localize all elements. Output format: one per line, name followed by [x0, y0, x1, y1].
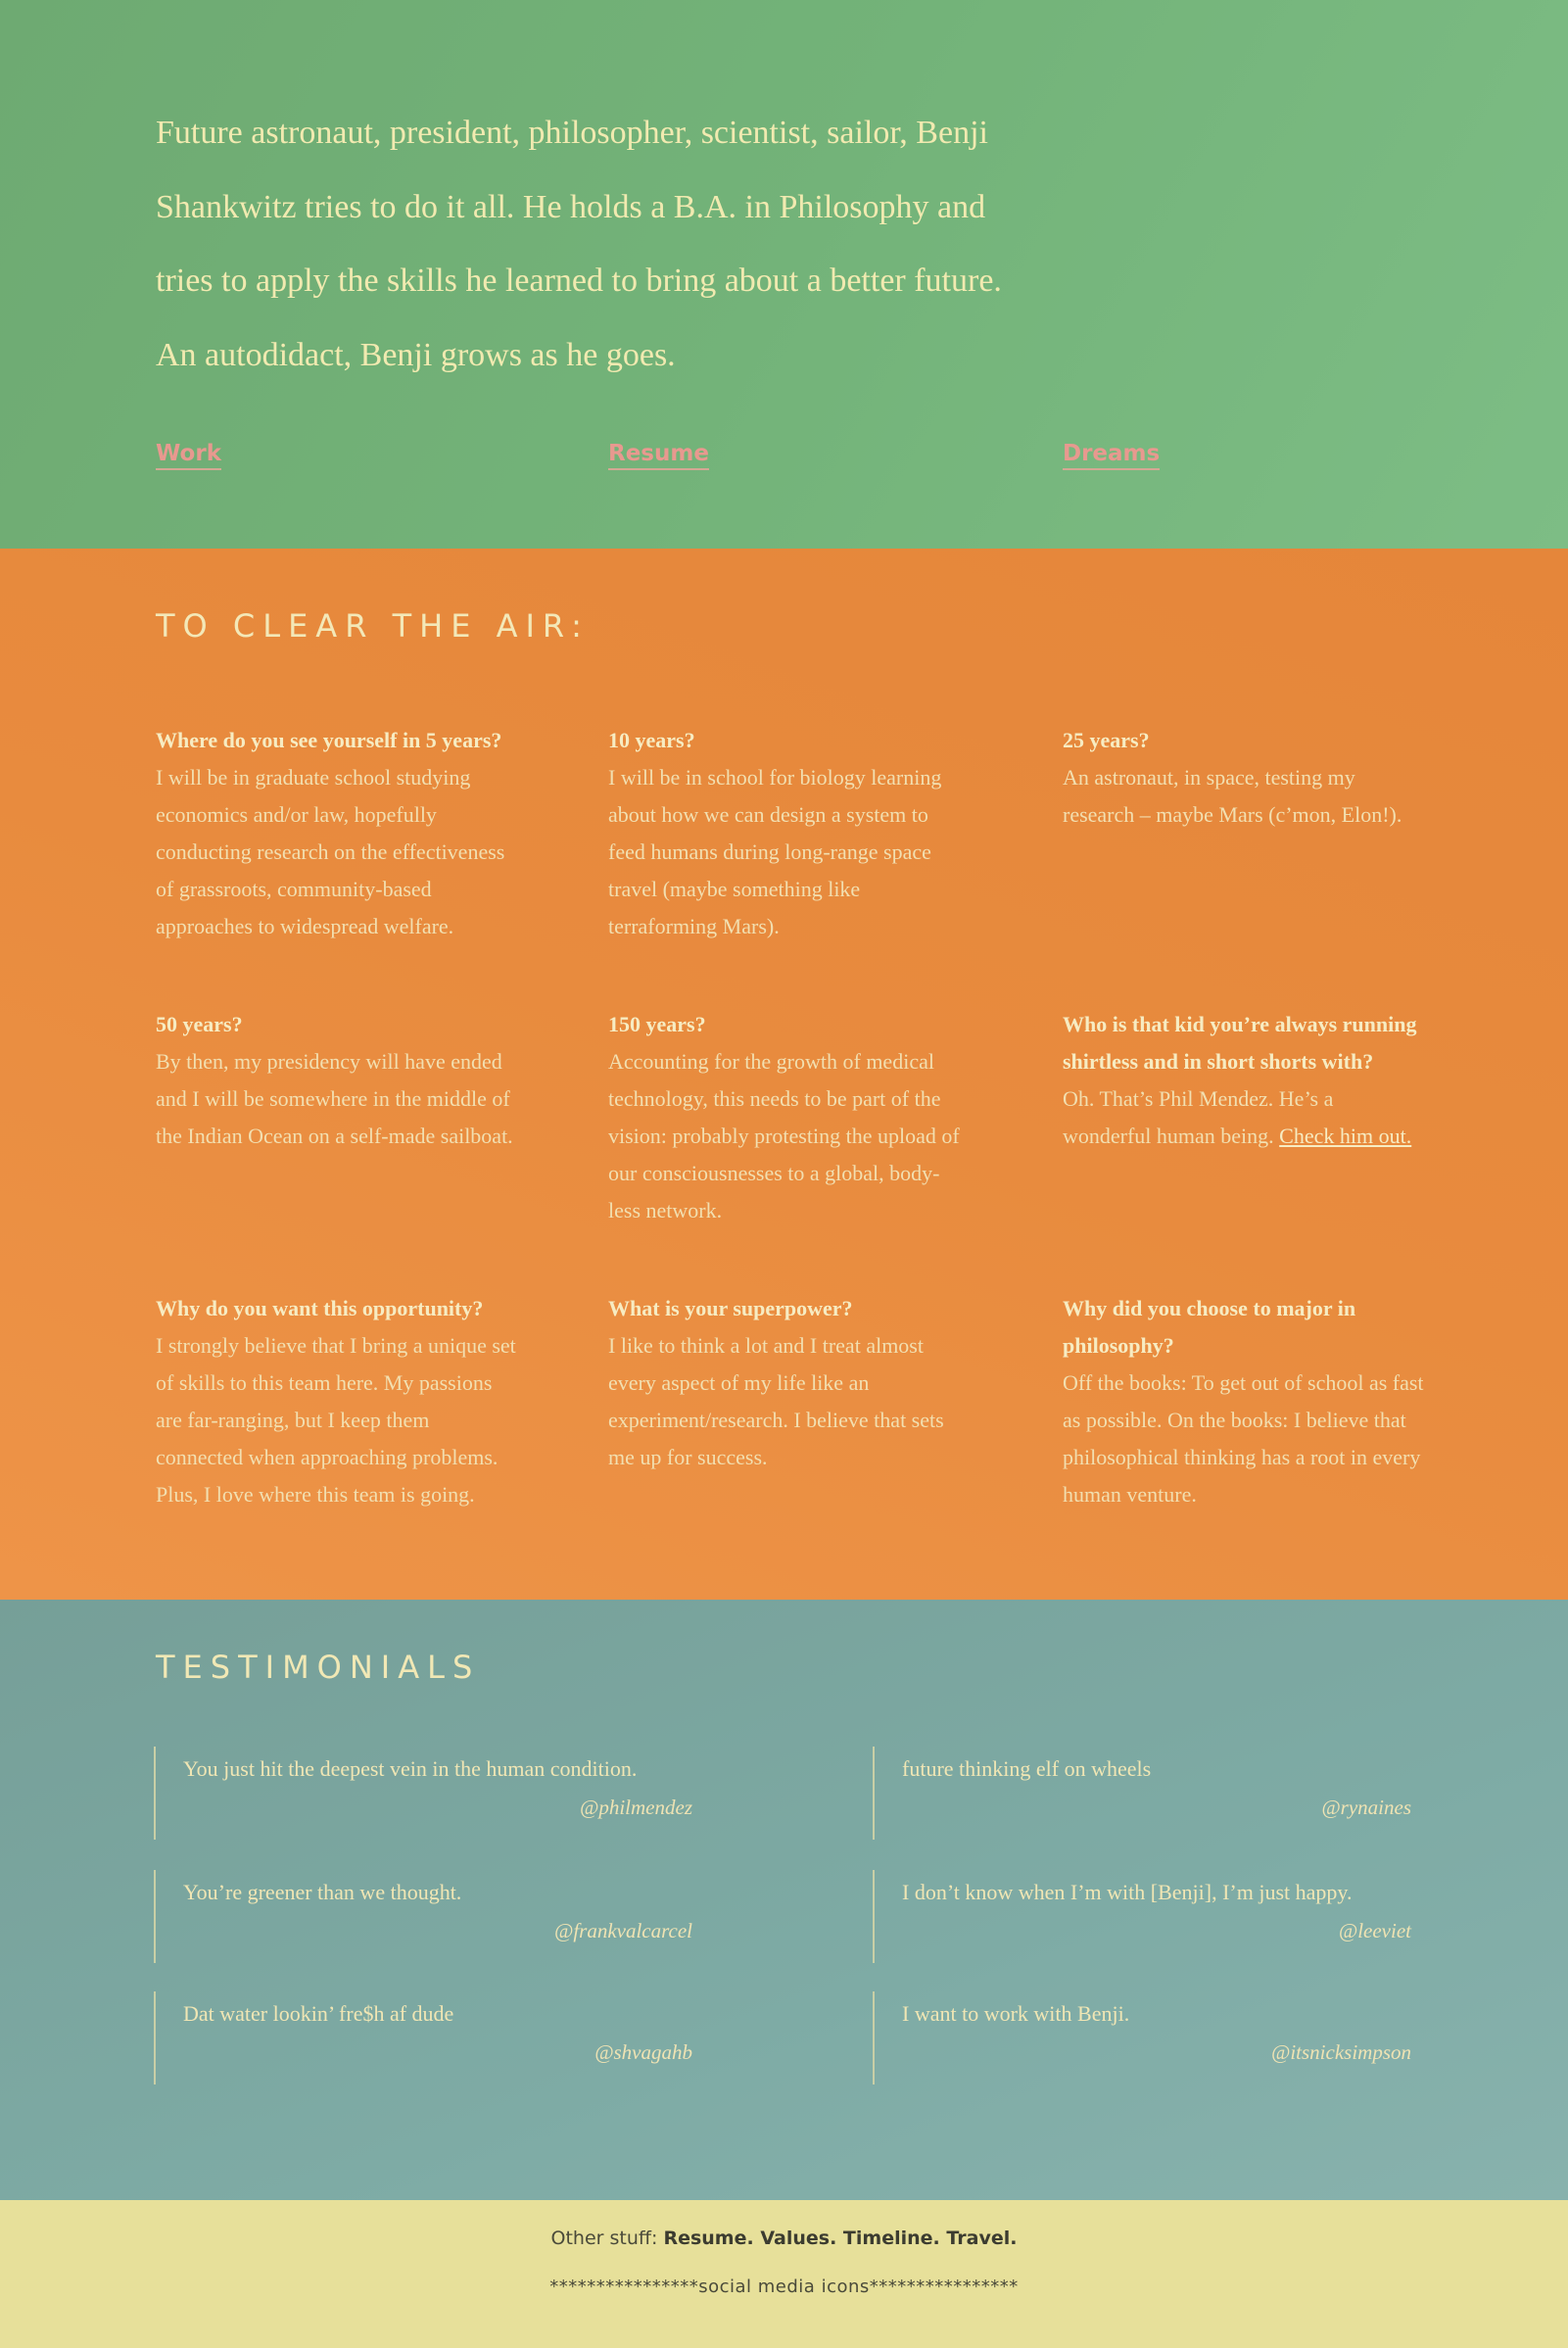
footer-values-link[interactable]: Values. — [760, 2228, 836, 2249]
hero-nav: Work Resume Dreams — [0, 439, 1568, 478]
faq-item: Who is that kid you’re always running sh… — [1063, 1006, 1425, 1155]
quote-author: @frankvalcarcel — [554, 1919, 692, 1942]
footer: Other stuff: Resume. Values. Timeline. T… — [0, 2200, 1568, 2348]
quote-author: @leeviet — [1338, 1919, 1411, 1942]
faq-question: Why did you choose to major in philosoph… — [1063, 1296, 1356, 1358]
faq-item: Why do you want this opportunity? I stro… — [156, 1290, 518, 1513]
testimonial-quote: You’re greener than we thought. @frankva… — [154, 1870, 702, 1963]
faq-question: 50 years? — [156, 1012, 243, 1036]
hero-section: Future astronaut, president, philosopher… — [0, 0, 1568, 549]
footer-links: Other stuff: Resume. Values. Timeline. T… — [0, 2228, 1568, 2249]
faq-answer: I like to think a lot and I treat almost… — [608, 1333, 944, 1469]
quote-text: You just hit the deepest vein in the hum… — [183, 1756, 638, 1781]
faq-answer: Oh. That’s Phil Mendez. He’s a wonderful… — [1063, 1086, 1412, 1148]
faq-heading: TO CLEAR THE AIR: — [156, 607, 590, 645]
faq-question: 150 years? — [608, 1012, 706, 1036]
quote-author: @philmendez — [580, 1796, 692, 1819]
faq-answer: Accounting for the growth of medical tec… — [608, 1049, 960, 1222]
footer-prefix: Other stuff: — [550, 2228, 664, 2249]
footer-background-pattern — [0, 2200, 1568, 2348]
faq-item: 150 years? Accounting for the growth of … — [608, 1006, 971, 1229]
faq-answer: An astronaut, in space, testing my resea… — [1063, 765, 1402, 827]
faq-answer: Off the books: To get out of school as f… — [1063, 1370, 1424, 1507]
quote-text: I want to work with Benji. — [902, 2001, 1130, 2026]
quote-text: I don’t know when I’m with [Benji], I’m … — [902, 1880, 1353, 1904]
faq-item: Where do you see yourself in 5 years? I … — [156, 722, 518, 945]
faq-item: 25 years? An astronaut, in space, testin… — [1063, 722, 1425, 834]
faq-answer: I will be in school for biology learning… — [608, 765, 942, 938]
faq-answer: I strongly believe that I bring a unique… — [156, 1333, 516, 1507]
quote-text: Dat water lookin’ fre$h af dude — [183, 2001, 454, 2026]
faq-question: 25 years? — [1063, 728, 1150, 752]
quote-author: @rynaines — [1321, 1796, 1411, 1819]
faq-answer: I will be in graduate school studying ec… — [156, 765, 505, 938]
social-media-icons-placeholder: ****************social media icons******… — [549, 2276, 1019, 2297]
footer-timeline-link[interactable]: Timeline. — [843, 2228, 940, 2249]
footer-travel-link[interactable]: Travel. — [946, 2228, 1017, 2249]
bio-paragraph: Future astronaut, president, philosopher… — [156, 115, 1002, 373]
testimonial-quote: You just hit the deepest vein in the hum… — [154, 1747, 702, 1840]
quote-author: @shvagahb — [594, 2040, 692, 2064]
testimonials-section: TESTIMONIALS You just hit the deepest ve… — [0, 1600, 1568, 2200]
faq-item: 10 years? I will be in school for biolog… — [608, 722, 971, 945]
testimonials-heading: TESTIMONIALS — [156, 1649, 481, 1686]
faq-question: 10 years? — [608, 728, 695, 752]
testimonial-quote: Dat water lookin’ fre$h af dude @shvagah… — [154, 1991, 702, 2084]
check-him-out-link[interactable]: Check him out. — [1279, 1124, 1411, 1148]
faq-answer: By then, my presidency will have ended a… — [156, 1049, 513, 1148]
faq-question: Who is that kid you’re always running sh… — [1063, 1012, 1417, 1074]
testimonial-quote: I want to work with Benji. @itsnicksimps… — [873, 1991, 1421, 2084]
faq-question: What is your superpower? — [608, 1296, 853, 1320]
testimonial-quote: future thinking elf on wheels @rynaines — [873, 1747, 1421, 1840]
quote-author: @itsnicksimpson — [1271, 2040, 1411, 2064]
footer-resume-link[interactable]: Resume. — [663, 2228, 753, 2249]
nav-dreams-link[interactable]: Dreams — [1063, 439, 1161, 470]
quote-text: future thinking elf on wheels — [902, 1756, 1152, 1781]
faq-item: 50 years? By then, my presidency will ha… — [156, 1006, 518, 1155]
testimonial-quote: I don’t know when I’m with [Benji], I’m … — [873, 1870, 1421, 1963]
nav-work-link[interactable]: Work — [156, 439, 221, 470]
faq-question: Why do you want this opportunity? — [156, 1296, 484, 1320]
faq-item: What is your superpower? I like to think… — [608, 1290, 971, 1476]
faq-question: Where do you see yourself in 5 years? — [156, 728, 502, 752]
quote-text: You’re greener than we thought. — [183, 1880, 462, 1904]
faq-item: Why did you choose to major in philosoph… — [1063, 1290, 1425, 1513]
nav-resume-link[interactable]: Resume — [608, 439, 709, 470]
faq-section: TO CLEAR THE AIR: Where do you see yours… — [0, 549, 1568, 1600]
